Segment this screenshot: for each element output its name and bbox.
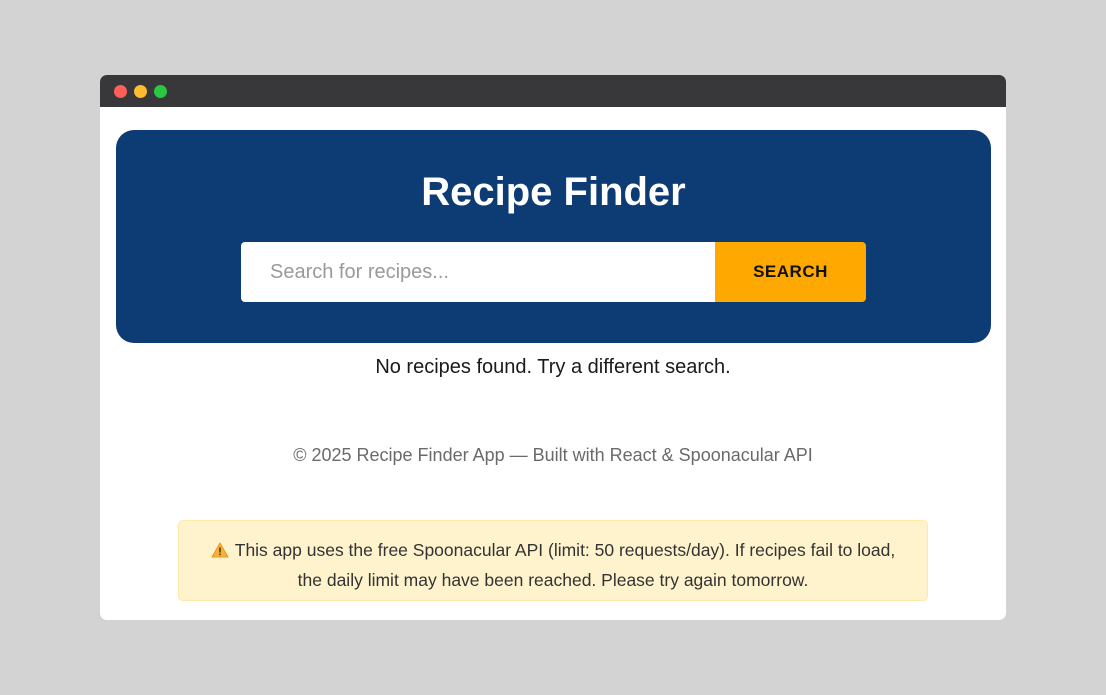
close-window-button[interactable]: [114, 85, 127, 98]
browser-window: Recipe Finder SEARCH No recipes found. T…: [100, 75, 1006, 620]
window-titlebar: [100, 75, 1006, 107]
minimize-window-button[interactable]: [134, 85, 147, 98]
notice-line-2: the daily limit may have been reached. P…: [297, 570, 809, 590]
footer-text: © 2025 Recipe Finder App — Built with Re…: [293, 445, 813, 465]
api-limit-notice: This app uses the free Spoonacular API (…: [178, 520, 928, 601]
notice-line-1: This app uses the free Spoonacular API (…: [234, 540, 896, 560]
hero-header: Recipe Finder SEARCH: [116, 130, 991, 343]
warning-icon: [211, 538, 229, 566]
maximize-window-button[interactable]: [154, 85, 167, 98]
page-title: Recipe Finder: [421, 170, 686, 214]
search-button[interactable]: SEARCH: [715, 242, 866, 302]
empty-results-message: No recipes found. Try a different search…: [375, 356, 731, 378]
search-input[interactable]: [241, 242, 717, 302]
